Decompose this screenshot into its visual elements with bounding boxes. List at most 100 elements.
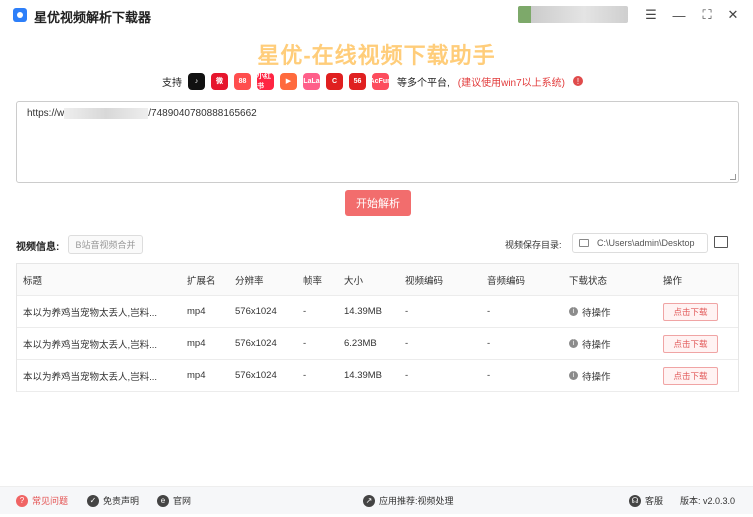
acfun-icon: AcFun [370, 72, 391, 90]
shield-icon: ✓ [87, 494, 99, 507]
minimize-button[interactable]: — [669, 5, 689, 25]
status-text: 待操作 [582, 307, 611, 319]
cell-vcodec: - [405, 338, 409, 349]
column-header-title: 标题 [23, 275, 43, 287]
weibo-icon: 微 [211, 72, 228, 90]
c-logo-icon: C [326, 72, 343, 90]
faq-label: 常见问题 [32, 496, 69, 506]
cell-res: 576x1024 [235, 306, 277, 317]
support-more-text: 等多个平台, [397, 77, 450, 89]
video-table: 标题 扩展名 分辨率 帧率 大小 视频编码 音频编码 下载状态 操作 本以为养鸡当宠物太丢人,岂… [16, 263, 739, 392]
cell-size: 14.39MB [344, 370, 383, 381]
customer-service-label: 客服 [645, 496, 664, 506]
cell-title: 本以为养鸡当宠物太丢人,岂料... [23, 339, 158, 351]
website-label: 官网 [173, 496, 192, 506]
cell-ext: mp4 [187, 306, 206, 317]
download-button[interactable]: 点击下载 [663, 302, 718, 321]
app-logo-icon [13, 8, 27, 22]
column-header-vcodec: 视频编码 [405, 275, 444, 287]
system-note: (建议使用win7以上系统) [457, 77, 566, 89]
globe-icon: e [157, 494, 169, 507]
info-icon: i [569, 339, 578, 348]
table-row: 本以为养鸡当宠物太丢人,岂料... mp4 576x1024 - 14.39MB - - i 待… [17, 296, 738, 328]
status-text: 待操作 [582, 339, 611, 351]
url-redacted [64, 108, 149, 119]
bilibili-merge-button[interactable]: B站音视频合并 [68, 235, 143, 254]
supported-platforms: 支持 ♪ 微 88 小红书 ▶ LaLa C 56 AcFun 等多个平台, (建议使用win7… [162, 71, 584, 91]
tiktok-icon: ♪ [188, 72, 205, 90]
cell-acodec: - [487, 338, 491, 349]
cell-fps: - [303, 306, 307, 317]
settings-menu-icon[interactable]: ☰ [641, 5, 661, 25]
table-row: 本以为养鸡当宠物太丢人,岂料... mp4 576x1024 - 14.39MB - - i 待… [17, 360, 738, 392]
folder-small-icon [579, 239, 589, 247]
info-icon: i [569, 307, 578, 316]
save-dir-label: 视频保存目录: [505, 240, 562, 250]
support-prefix: 支持 [162, 77, 182, 89]
start-parse-button[interactable]: 开始解析 [345, 190, 411, 216]
close-button[interactable]: ✕ [723, 5, 743, 25]
maximize-button[interactable]: ⛶ [697, 5, 717, 25]
platform-icon-list: ♪ 微 88 小红书 ▶ LaLa C 56 AcFun [182, 72, 391, 90]
url-suffix: /7489040780888165662 [148, 108, 257, 120]
cell-title: 本以为养鸡当宠物太丢人,岂料... [23, 307, 158, 319]
disclaimer-link[interactable]: ✓ 免责声明 [87, 494, 139, 507]
cell-acodec: - [487, 306, 491, 317]
app-title: 星优视频解析下载器 [34, 10, 152, 25]
app-recommend-link[interactable]: ↗ 应用推荐:视频处理 [363, 494, 454, 507]
table-header: 标题 扩展名 分辨率 帧率 大小 视频编码 音频编码 下载状态 操作 [17, 264, 738, 296]
cell-fps: - [303, 338, 307, 349]
column-header-acodec: 音频编码 [487, 275, 526, 287]
play-icon: ▶ [280, 72, 297, 90]
cell-size: 14.39MB [344, 306, 383, 317]
app-recommend-label: 应用推荐:视频处理 [379, 496, 454, 506]
save-dir-field[interactable]: C:\Users\admin\Desktop [572, 233, 708, 253]
lala-icon: LaLa [303, 72, 320, 90]
video-info-label: 视频信息: [16, 242, 60, 253]
share-icon: ↗ [363, 494, 375, 507]
cell-res: 576x1024 [235, 370, 277, 381]
cell-acodec: - [487, 370, 491, 381]
save-dir-path: C:\Users\admin\Desktop [597, 238, 695, 248]
cell-vcodec: - [405, 370, 409, 381]
cell-title: 本以为养鸡当宠物太丢人,岂料... [23, 371, 158, 383]
column-header-status: 下载状态 [569, 275, 608, 287]
action-cell: 点击下载 [663, 296, 733, 327]
download-button[interactable]: 点击下载 [663, 334, 718, 353]
status-text: 待操作 [582, 371, 611, 383]
title-bar: 星优视频解析下载器 ☰ — ⛶ ✕ [0, 0, 753, 30]
user-avatar[interactable] [518, 6, 628, 23]
hero-title: 星优-在线视频下载助手 [257, 43, 496, 68]
version-text: 版本: v2.0.3.0 [680, 494, 735, 507]
cell-res: 576x1024 [235, 338, 277, 349]
download-status: i 待操作 [569, 296, 639, 327]
info-icon[interactable]: ! [573, 76, 584, 86]
open-folder-icon[interactable] [714, 236, 728, 248]
column-header-size: 大小 [344, 275, 364, 287]
cell-vcodec: - [405, 306, 409, 317]
url-input[interactable]: https://w/7489040780888165662 [16, 101, 739, 183]
faq-link[interactable]: ? 常见问题 [16, 494, 68, 507]
cell-ext: mp4 [187, 370, 206, 381]
cell-fps: - [303, 370, 307, 381]
56-icon: 56 [349, 72, 366, 90]
version-label: 版本: v2.0.3.0 [680, 496, 736, 506]
resize-grip-icon[interactable] [730, 174, 736, 180]
column-header-fps: 帧率 [303, 275, 323, 287]
download-button[interactable]: 点击下载 [663, 366, 718, 385]
customer-service-link[interactable]: ☊ 客服 [629, 494, 663, 507]
cell-size: 6.23MB [344, 338, 377, 349]
cell-ext: mp4 [187, 338, 206, 349]
column-header-action: 操作 [663, 275, 683, 287]
action-cell: 点击下载 [663, 360, 733, 391]
download-status: i 待操作 [569, 360, 639, 391]
xiaohongshu-text-icon: 小红书 [257, 72, 274, 90]
column-header-res: 分辨率 [235, 275, 264, 287]
download-status: i 待操作 [569, 328, 639, 359]
disclaimer-label: 免责声明 [103, 496, 140, 506]
column-header-ext: 扩展名 [187, 275, 216, 287]
url-prefix: https://w [27, 108, 65, 120]
table-row: 本以为养鸡当宠物太丢人,岂料... mp4 576x1024 - 6.23MB - - i 待操… [17, 328, 738, 360]
website-link[interactable]: e 官网 [157, 494, 191, 507]
question-icon: ? [16, 494, 28, 507]
